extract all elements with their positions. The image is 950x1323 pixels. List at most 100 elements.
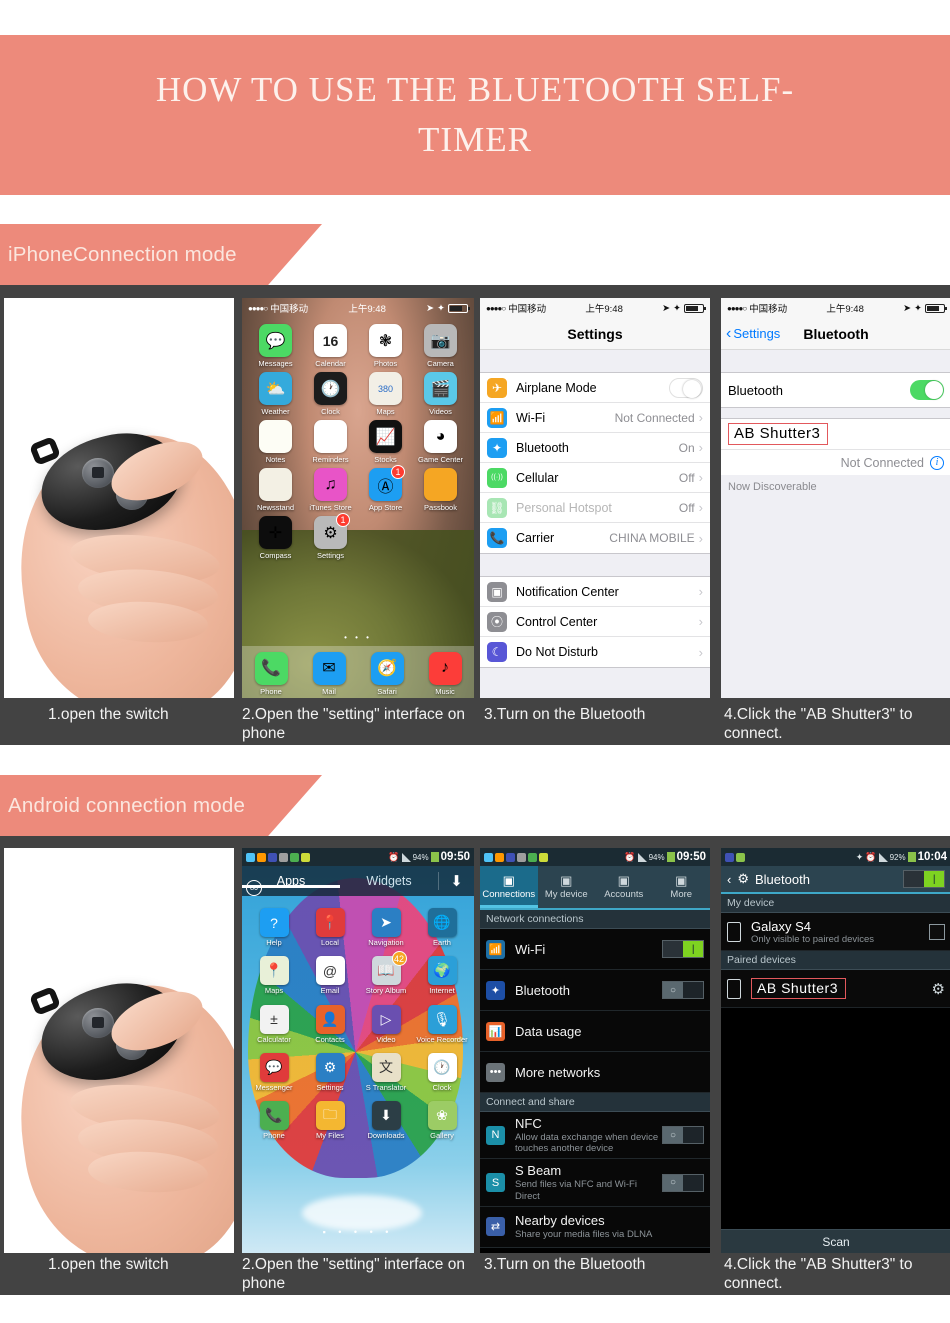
visibility-checkbox[interactable] xyxy=(929,923,945,940)
app-icon-weather-icon[interactable]: ⛅ Weather xyxy=(248,372,303,416)
settings-row-data-usage-icon[interactable]: 📊 Data usage xyxy=(480,1011,710,1052)
photos-icon: ❃ xyxy=(369,324,402,357)
app-icon-earth-icon[interactable]: 🌐 Earth xyxy=(414,908,470,947)
my-device-row[interactable]: Galaxy S4 Only visible to paired devices xyxy=(721,913,950,951)
app-icon-game-center-icon[interactable]: ◕ Game Center xyxy=(413,420,468,464)
settings-row-do-not-disturb-icon[interactable]: ☾ Do Not Disturb › xyxy=(480,637,710,667)
toggle[interactable]: ○ xyxy=(662,981,704,999)
settings-row-nfc-icon[interactable]: N NFC Allow data exchange when device touc… xyxy=(480,1112,710,1160)
app-icon-video-icon[interactable]: ▷ Video xyxy=(358,1004,414,1044)
device-status-row[interactable]: Not Connected i xyxy=(721,449,950,475)
app-icon-maps-icon[interactable]: 380 Maps xyxy=(358,372,413,416)
data-usage-icon: 📊 xyxy=(486,1021,505,1041)
app-icon-phone-icon[interactable]: 📞 Phone xyxy=(242,651,300,696)
app-icon-calculator-icon[interactable]: ± Calculator xyxy=(246,1004,302,1044)
app-icon-photos-icon[interactable]: ❃ Photos xyxy=(358,324,413,368)
toggle[interactable] xyxy=(669,377,703,398)
settings-tab-bar: ▣ Connections ▣ My device ▣ Accounts ▣ More xyxy=(480,866,710,910)
back-button[interactable]: ‹ Settings xyxy=(726,325,780,342)
settings-row-hotspot-icon[interactable]: ⛓ Personal Hotspot Off › xyxy=(480,493,710,523)
settings-row-s-beam-icon[interactable]: S S Beam Send files via NFC and Wi-Fi Dire… xyxy=(480,1159,710,1207)
app-icon-story-album-icon[interactable]: 📖 42 Story Album xyxy=(358,951,414,995)
app-icon-messenger-icon[interactable]: 💬 Messenger xyxy=(246,1052,302,1092)
chevron-right-icon: › xyxy=(698,530,703,546)
app-icon-mail-icon[interactable]: ✉ Mail xyxy=(300,651,358,696)
bluetooth-device-row[interactable]: AB Shutter3 xyxy=(721,419,950,449)
app-icon-internet-icon[interactable]: 🌍 Internet xyxy=(414,956,470,995)
bluetooth-toggle-row[interactable]: Bluetooth xyxy=(721,373,950,407)
tab-more-icon[interactable]: ▣ More xyxy=(653,866,711,908)
settings-row-airplane-icon[interactable]: ✈ Airplane Mode xyxy=(480,373,710,403)
row-sublabel: Send files via NFC and Wi-Fi Direct xyxy=(515,1179,637,1202)
app-count-badge: 86 xyxy=(246,880,262,896)
app-icon-passbook-icon[interactable]: Passbook xyxy=(413,468,468,512)
app-icon-downloads-icon[interactable]: ⬇ Downloads xyxy=(358,1101,414,1140)
app-icon-music-icon[interactable]: ♪ Music xyxy=(416,651,474,696)
caption-step-3: 3.Turn on the Bluetooth xyxy=(484,706,646,723)
app-icon-voice-recorder-icon[interactable]: 🎙 Voice Recorder xyxy=(414,1004,470,1044)
app-icon-notes-icon[interactable]: Notes xyxy=(248,420,303,464)
app-icon-stocks-icon[interactable]: 📈 Stocks xyxy=(358,420,413,464)
app-icon-app-store-icon[interactable]: Ⓐ 1 App Store xyxy=(358,465,413,512)
app-icon-reminders-icon[interactable]: Reminders xyxy=(303,420,358,464)
app-icon-clock-icon[interactable]: 🕐 Clock xyxy=(303,372,358,416)
settings-row-nearby-devices-icon[interactable]: ⇄ Nearby devices Share your media files vi… xyxy=(480,1206,710,1248)
app-icon-messages-icon[interactable]: 💬 Messages xyxy=(248,324,303,368)
notes-icon xyxy=(259,420,292,453)
download-icon[interactable]: ⬇ xyxy=(438,872,474,890)
tab-my-device-icon[interactable]: ▣ My device xyxy=(538,866,596,908)
app-icon-settings-gear-icon[interactable]: ⚙ Settings xyxy=(302,1052,358,1092)
settings-row-notification-center-icon[interactable]: ▣ Notification Center › xyxy=(480,577,710,607)
settings-row-control-center-icon[interactable]: ⦿ Control Center › xyxy=(480,607,710,637)
gear-icon[interactable]: ⚙ xyxy=(932,980,945,998)
calculator-icon: ± xyxy=(259,1004,289,1034)
settings-row-bluetooth-icon[interactable]: ✦ Bluetooth ○ xyxy=(480,970,710,1011)
app-icon-itunes-store-icon[interactable]: ♫ iTunes Store xyxy=(303,468,358,512)
app-icon-clock-icon[interactable]: 🕐 Clock xyxy=(414,1052,470,1092)
app-icon-calendar-icon[interactable]: 16 Calendar xyxy=(303,324,358,368)
app-icon-contacts-icon[interactable]: 👤 Contacts xyxy=(302,1004,358,1044)
settings-row-more-networks-icon[interactable]: ••• More networks xyxy=(480,1052,710,1093)
paired-devices-header: Paired devices xyxy=(721,951,950,970)
toggle[interactable]: ○ xyxy=(662,1126,704,1145)
row-label: NFC xyxy=(515,1116,542,1131)
back-button[interactable]: ‹ xyxy=(727,872,731,887)
toggle[interactable]: ○ xyxy=(662,1173,704,1192)
app-icon-phone-icon[interactable]: 📞 Phone xyxy=(246,1101,302,1140)
info-icon[interactable]: i xyxy=(930,455,944,470)
scan-button[interactable]: Scan xyxy=(721,1229,950,1253)
app-label: Game Center xyxy=(417,455,464,464)
app-icon-safari-icon[interactable]: 🧭 Safari xyxy=(358,651,416,696)
app-icon-maps-icon[interactable]: 📍 Maps xyxy=(246,956,302,995)
settings-row-cellular-icon[interactable]: ((·)) Cellular Off › xyxy=(480,463,710,493)
bluetooth-toggle[interactable]: | xyxy=(903,870,945,888)
app-icon-s-translator-icon[interactable]: 文S Translator xyxy=(358,1052,414,1092)
settings-row-carrier-icon[interactable]: 📞 Carrier CHINA MOBILE › xyxy=(480,523,710,553)
remote-photo-image xyxy=(4,298,234,698)
app-icon-videos-icon[interactable]: 🎬 Videos xyxy=(413,372,468,416)
app-icon-camera-icon[interactable]: 📷 Camera xyxy=(413,324,468,368)
remote-photo-image xyxy=(4,848,234,1253)
paired-device-row[interactable]: AB Shutter3 ⚙ xyxy=(721,970,950,1008)
app-icon-email-icon[interactable]: @ Email xyxy=(302,956,358,995)
app-icon-settings-gear-icon[interactable]: ⚙ 1 Settings xyxy=(303,513,358,560)
tab-widgets[interactable]: Widgets xyxy=(340,874,438,888)
bluetooth-toggle[interactable] xyxy=(910,380,944,400)
settings-row-bluetooth-icon[interactable]: ✦ Bluetooth On › xyxy=(480,433,710,463)
app-icon-compass-icon[interactable]: ✛ Compass xyxy=(248,516,303,560)
app-icon-navigation-icon[interactable]: ➤ Navigation xyxy=(358,908,414,947)
clock-icon: 🕐 xyxy=(427,1052,457,1082)
tab-connections-icon[interactable]: ▣ Connections xyxy=(480,866,538,908)
app-icon-my-files-icon[interactable]: 🗀 My Files xyxy=(302,1101,358,1140)
app-icon-help-icon[interactable]: ? Help xyxy=(246,908,302,947)
tab-accounts-icon[interactable]: ▣ Accounts xyxy=(595,866,653,908)
row-text: S Beam Send files via NFC and Wi-Fi Direc… xyxy=(515,1163,662,1201)
settings-row-wifi-icon[interactable]: 📶 Wi-Fi Not Connected › xyxy=(480,403,710,433)
app-icon-local-icon[interactable]: 📍 Local xyxy=(302,908,358,947)
app-icon-gallery-icon[interactable]: ❀ Gallery xyxy=(414,1101,470,1140)
gallery-icon: ❀ xyxy=(427,1101,457,1130)
toggle[interactable]: | xyxy=(662,940,704,958)
notif-icon xyxy=(506,852,515,862)
app-icon-newsstand-icon[interactable]: Newsstand xyxy=(248,468,303,512)
settings-row-wifi-icon[interactable]: 📶 Wi-Fi | xyxy=(480,929,710,970)
